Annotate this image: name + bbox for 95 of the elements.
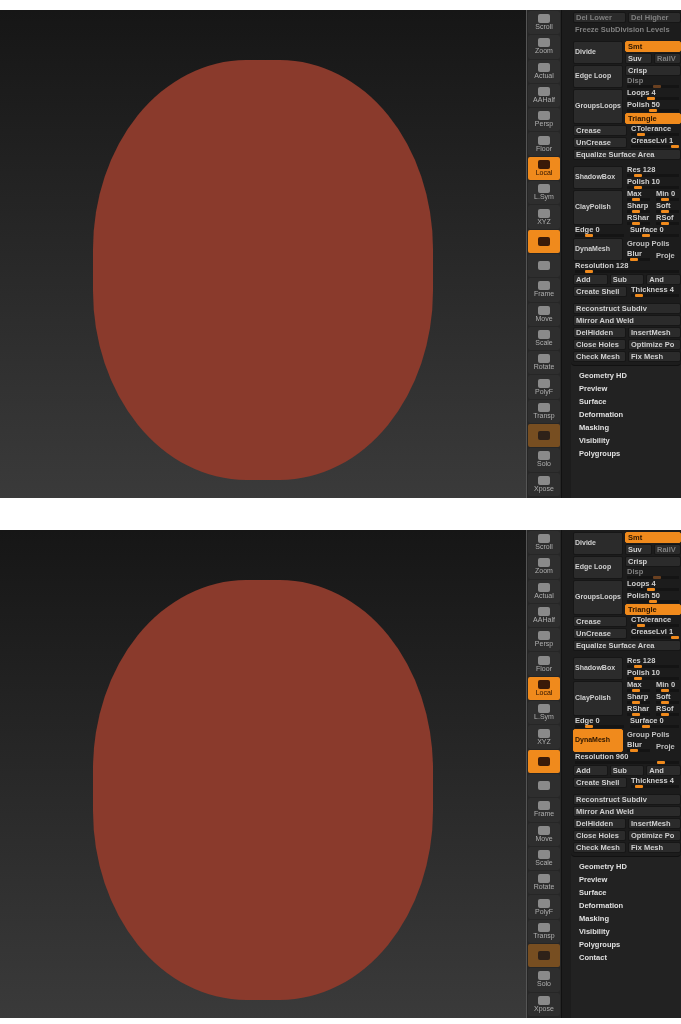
tool-icon — [538, 159, 550, 169]
slider-track[interactable] — [627, 689, 650, 692]
tool-icon — [538, 14, 550, 24]
tool-icon — [538, 679, 550, 689]
tool-icon — [538, 971, 550, 981]
slider-track[interactable] — [656, 210, 679, 213]
slider-track[interactable] — [627, 749, 650, 752]
slider-track[interactable] — [656, 222, 679, 225]
slider-thumb[interactable] — [660, 701, 669, 704]
tool-icon — [538, 208, 550, 218]
slider-track[interactable] — [656, 701, 679, 704]
tool-icon — [538, 261, 550, 271]
slider-track[interactable] — [656, 198, 679, 201]
tool-icon — [538, 728, 550, 738]
tool-icon — [538, 354, 550, 364]
slider-thumb[interactable] — [584, 270, 593, 273]
slider-track[interactable] — [656, 689, 679, 692]
slider-track[interactable] — [575, 725, 624, 728]
slider-thumb[interactable] — [633, 677, 642, 680]
slider-thumb[interactable] — [646, 588, 655, 591]
slider-track[interactable] — [656, 713, 679, 716]
slider-thumb[interactable] — [671, 636, 679, 639]
shelf-button[interactable] — [528, 773, 560, 798]
tool-icon — [538, 951, 550, 961]
slider-track[interactable] — [627, 198, 650, 201]
slider-thumb[interactable] — [585, 725, 594, 728]
tool-icon — [538, 236, 550, 246]
tool-icon — [538, 898, 550, 908]
tool-icon — [538, 850, 550, 859]
tool-icon — [538, 135, 550, 145]
tool-icon — [538, 825, 550, 835]
slider-thumb[interactable] — [635, 785, 643, 788]
tool-icon — [538, 801, 550, 811]
slider-thumb[interactable] — [637, 624, 645, 627]
tool-icon — [538, 305, 550, 315]
shelf-button[interactable] — [528, 749, 560, 773]
slider-thumb[interactable] — [642, 234, 651, 237]
tool-icon — [538, 378, 550, 388]
slider-thumb[interactable] — [649, 600, 657, 603]
slider-track[interactable] — [627, 701, 650, 704]
slider-track[interactable] — [627, 600, 679, 603]
tool-icon — [538, 87, 550, 97]
slider-track[interactable] — [627, 109, 679, 112]
slider-thumb[interactable] — [656, 761, 665, 764]
slider-track[interactable] — [627, 210, 650, 213]
shelf-button[interactable] — [528, 253, 560, 278]
tool-icon — [538, 607, 550, 617]
tool-icon — [538, 38, 550, 48]
tool-icon — [538, 582, 550, 592]
tool-icon — [538, 781, 550, 791]
slider-thumb[interactable] — [646, 97, 655, 100]
slider-thumb[interactable] — [633, 665, 642, 668]
tool-icon — [538, 631, 550, 641]
tool-icon — [538, 111, 550, 121]
slider-thumb[interactable] — [660, 689, 669, 692]
tool-icon — [538, 184, 550, 194]
tool-icon — [538, 874, 550, 884]
tool-icon — [538, 922, 550, 932]
slider-thumb[interactable] — [585, 234, 594, 237]
slider-track[interactable] — [627, 222, 650, 225]
slider-thumb[interactable] — [660, 210, 669, 213]
slider-thumb[interactable] — [660, 713, 669, 716]
slider-thumb[interactable] — [630, 258, 638, 261]
tool-icon — [538, 704, 550, 714]
tool-icon — [538, 62, 550, 72]
tool-icon — [538, 281, 550, 291]
tool-icon — [538, 475, 550, 485]
slider-thumb[interactable] — [635, 294, 643, 297]
tool-icon — [538, 534, 550, 544]
tool-icon — [538, 330, 550, 339]
slider-track[interactable] — [627, 713, 650, 716]
slider-thumb[interactable] — [671, 145, 679, 148]
slider-thumb[interactable] — [631, 198, 640, 201]
slider-thumb[interactable] — [633, 174, 642, 177]
tool-icon — [538, 451, 550, 461]
tool-icon — [538, 402, 550, 412]
slider-thumb[interactable] — [630, 749, 638, 752]
slider-thumb[interactable] — [660, 198, 669, 201]
slider-thumb[interactable] — [660, 222, 669, 225]
slider-thumb[interactable] — [631, 222, 640, 225]
tool-icon — [538, 655, 550, 665]
slider-thumb[interactable] — [631, 701, 640, 704]
slider-thumb[interactable] — [637, 133, 645, 136]
slider-thumb[interactable] — [649, 109, 657, 112]
slider-thumb[interactable] — [631, 689, 640, 692]
slider-thumb[interactable] — [633, 186, 642, 189]
shelf-button[interactable] — [528, 229, 560, 253]
slider-thumb[interactable] — [642, 725, 651, 728]
slider-thumb[interactable] — [631, 713, 640, 716]
tool-icon — [538, 431, 550, 441]
slider-track[interactable] — [627, 258, 650, 261]
slider-thumb[interactable] — [631, 210, 640, 213]
tool-icon — [538, 558, 550, 568]
tool-icon — [538, 995, 550, 1005]
tool-icon — [538, 756, 550, 766]
